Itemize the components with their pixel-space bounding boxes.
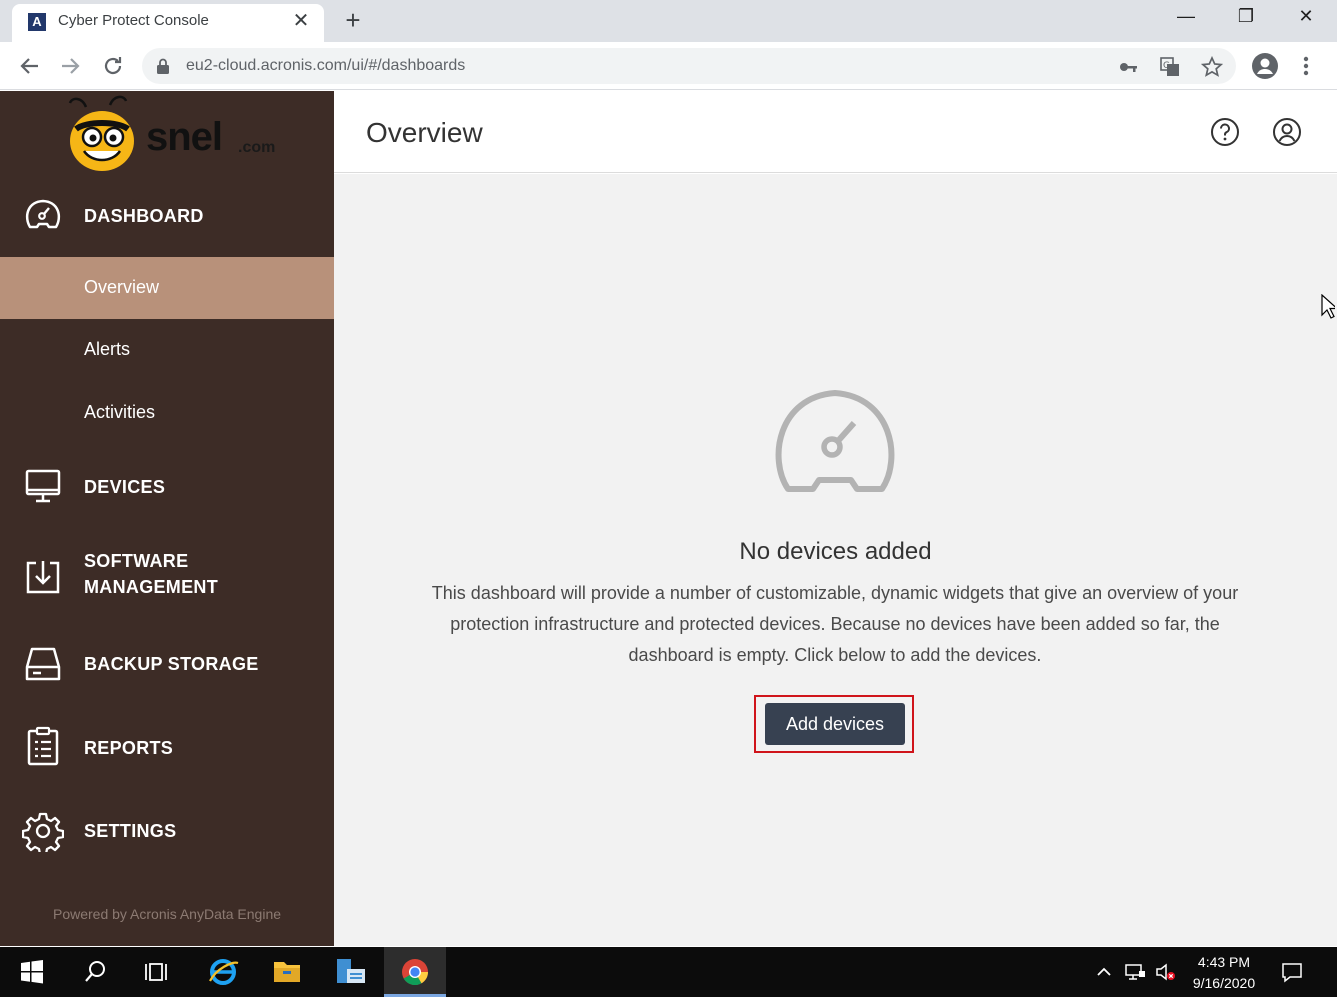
sidebar-label-devices: DEVICES	[84, 477, 166, 497]
network-icon[interactable]	[1124, 961, 1146, 983]
url-text: eu2-cloud.acronis.com/ui/#/dashboards	[186, 57, 466, 74]
windows-start-icon[interactable]	[0, 947, 62, 997]
sidebar-label-alerts: Alerts	[84, 339, 131, 359]
powered-by-text: Powered by Acronis AnyData Engine	[52, 906, 282, 922]
tab-title: Cyber Protect Console	[58, 12, 209, 29]
dashboard-content: No devices added This dashboard will pro…	[334, 174, 1337, 946]
sidebar-label-backup-storage: BACKUP STORAGE	[84, 654, 259, 674]
file-explorer-icon[interactable]	[256, 947, 318, 997]
sidebar-item-reports[interactable]: REPORTS	[0, 724, 334, 772]
clock-date: 9/16/2020	[1192, 975, 1256, 991]
dashboard-gauge-icon	[26, 199, 60, 229]
task-view-icon[interactable]	[126, 947, 188, 997]
sidebar-label-reports: REPORTS	[84, 738, 174, 758]
translate-icon[interactable]: G	[1159, 56, 1181, 78]
sidebar-item-backup-storage[interactable]: BACKUP STORAGE	[0, 640, 334, 688]
browser-menu-icon[interactable]	[1296, 52, 1316, 80]
chrome-icon[interactable]	[384, 947, 446, 997]
acronis-favicon-icon: A	[28, 13, 46, 31]
mouse-cursor-icon	[1321, 294, 1335, 319]
sidebar-item-software-management[interactable]: SOFTWARE MANAGEMENT	[0, 549, 334, 605]
minimize-button[interactable]: —	[1156, 0, 1216, 32]
volume-muted-icon[interactable]	[1154, 961, 1176, 983]
reload-icon[interactable]	[99, 52, 127, 80]
system-clock[interactable]: 4:43 PM 9/16/2020	[1178, 952, 1270, 994]
key-icon[interactable]	[1117, 56, 1139, 78]
restore-button[interactable]: ❐	[1216, 0, 1276, 32]
clock-time: 4:43 PM	[1197, 954, 1251, 970]
hard-drive-icon	[25, 647, 61, 681]
sidebar-label-software: SOFTWARE	[84, 551, 189, 571]
tab-close-icon[interactable]: ✕	[290, 10, 312, 32]
forward-arrow-icon[interactable]	[56, 52, 84, 80]
sidebar-label-activities: Activities	[84, 402, 156, 422]
internet-explorer-icon[interactable]	[192, 947, 254, 997]
tray-chevron-up-icon[interactable]	[1093, 961, 1115, 983]
sidebar-label-dashboard: DASHBOARD	[84, 206, 204, 226]
page-header: Overview	[334, 91, 1337, 173]
sidebar-item-activities[interactable]: Activities	[0, 382, 334, 444]
browser-tab-bar: A Cyber Protect Console ✕ + — ❐ ✕	[0, 0, 1337, 42]
sidebar-label-management: MANAGEMENT	[84, 577, 218, 597]
windows-taskbar: 4:43 PM 9/16/2020	[0, 947, 1337, 997]
sidebar-item-settings[interactable]: SETTINGS	[0, 807, 334, 855]
sidebar-item-dashboard[interactable]: DASHBOARD	[0, 192, 334, 240]
sidebar-label-settings: SETTINGS	[84, 821, 177, 841]
bee-mascot-icon	[68, 95, 134, 171]
browser-tab[interactable]: A Cyber Protect Console ✕	[12, 4, 324, 42]
search-icon[interactable]	[64, 947, 126, 997]
sidebar-item-devices[interactable]: DEVICES	[0, 463, 334, 511]
sidebar-item-overview[interactable]: Overview	[0, 257, 334, 319]
help-icon[interactable]	[1210, 117, 1240, 147]
monitor-icon	[25, 469, 61, 503]
browser-toolbar: eu2-cloud.acronis.com/ui/#/dashboards G	[0, 42, 1337, 90]
user-account-icon[interactable]	[1272, 117, 1302, 147]
profile-avatar-icon[interactable]	[1252, 53, 1278, 79]
logo-wordmark: snel	[146, 115, 223, 159]
page-title: Overview	[366, 117, 483, 148]
software-download-icon	[26, 561, 60, 594]
server-manager-icon[interactable]	[320, 947, 382, 997]
empty-state-description: This dashboard will provide a number of …	[431, 583, 1239, 665]
notifications-icon[interactable]	[1281, 961, 1303, 983]
close-window-button[interactable]: ✕	[1276, 0, 1336, 32]
snel-logo[interactable]: snel .com	[58, 91, 288, 181]
sidebar: snel .com DASHBOARD Overview Alerts Acti…	[0, 91, 334, 946]
sidebar-item-alerts[interactable]: Alerts	[0, 319, 334, 381]
bookmark-star-icon[interactable]	[1200, 55, 1224, 78]
add-devices-highlight: Add devices	[754, 695, 914, 753]
new-tab-button[interactable]: +	[340, 6, 366, 34]
lock-icon	[157, 58, 169, 74]
logo-suffix: .com	[238, 139, 276, 156]
svg-text:G: G	[1163, 61, 1170, 71]
dashboard-gauge-icon	[775, 390, 895, 492]
sidebar-label-overview: Overview	[84, 277, 160, 297]
address-bar[interactable]: eu2-cloud.acronis.com/ui/#/dashboards G	[142, 48, 1236, 84]
back-arrow-icon[interactable]	[16, 52, 44, 80]
gear-icon	[22, 812, 64, 852]
clipboard-report-icon	[27, 726, 59, 766]
empty-state-title: No devices added	[739, 538, 932, 565]
add-devices-button[interactable]: Add devices	[765, 703, 905, 745]
